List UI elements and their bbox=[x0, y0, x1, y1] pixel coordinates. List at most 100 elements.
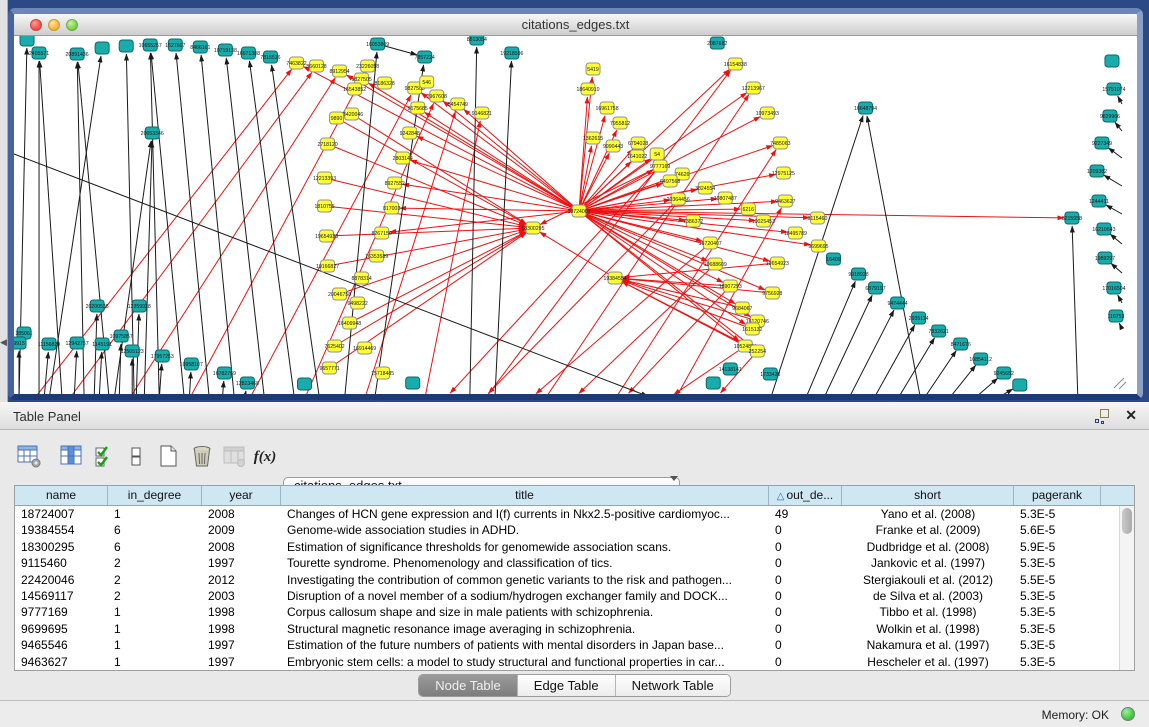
graph-node[interactable]: 16961758 bbox=[595, 102, 618, 114]
graph-node[interactable]: 9699695 bbox=[808, 240, 828, 252]
graph-node[interactable]: 10958107 bbox=[180, 358, 203, 370]
graph-edge[interactable] bbox=[924, 351, 957, 394]
graph-node[interactable]: 9115460 bbox=[808, 212, 828, 224]
graph-node[interactable]: 1244411 bbox=[1089, 195, 1109, 207]
graph-node[interactable]: 7857224 bbox=[415, 51, 435, 63]
graph-node[interactable]: 16409 bbox=[826, 253, 841, 265]
graph-node[interactable]: 7832621 bbox=[929, 325, 949, 337]
graph-node[interactable]: 9242848 bbox=[400, 127, 420, 139]
graph-edge[interactable] bbox=[1115, 122, 1122, 131]
graph-node[interactable]: 7625402 bbox=[324, 340, 344, 352]
graph-edge[interactable] bbox=[996, 389, 1013, 394]
graph-node[interactable]: 10807487 bbox=[714, 192, 737, 204]
graph-node[interactable]: 18640910 bbox=[576, 83, 599, 95]
graph-node[interactable] bbox=[706, 377, 720, 389]
graph-node[interactable]: 546 bbox=[420, 76, 434, 88]
graph-node[interactable]: 8215958 bbox=[1062, 212, 1082, 224]
network-canvas-container[interactable]: 1872400718300295193845547463822866012889… bbox=[14, 36, 1137, 394]
graph-node[interactable]: 9829966 bbox=[1100, 110, 1120, 122]
show-column-icon[interactable] bbox=[58, 444, 84, 470]
graph-node[interactable]: 9915 bbox=[14, 337, 26, 349]
delete-columns-icon[interactable] bbox=[189, 444, 215, 470]
graph-node[interactable] bbox=[1105, 55, 1119, 67]
graph-edge[interactable] bbox=[770, 116, 863, 394]
scrollbar-thumb[interactable] bbox=[1122, 508, 1132, 534]
graph-edge[interactable] bbox=[848, 310, 893, 394]
graph-node[interactable]: 9777169 bbox=[650, 160, 670, 172]
graph-edge[interactable] bbox=[176, 53, 209, 394]
tab-edge-table[interactable]: Edge Table bbox=[518, 675, 616, 696]
graph-node[interactable]: 8660128 bbox=[306, 60, 326, 72]
graph-node[interactable]: 1615132 bbox=[742, 323, 762, 335]
graph-node[interactable] bbox=[298, 378, 312, 390]
graph-node[interactable] bbox=[95, 42, 109, 54]
graph-node[interactable]: 12975125 bbox=[772, 167, 795, 179]
graph-edge[interactable] bbox=[249, 61, 294, 394]
column-header-outde[interactable]: △out_de... bbox=[769, 486, 842, 505]
graph-node[interactable]: 2935114 bbox=[909, 312, 929, 324]
graph-node[interactable]: 20200535 bbox=[86, 300, 109, 312]
graph-edge[interactable] bbox=[974, 378, 998, 394]
graph-edge[interactable] bbox=[159, 364, 161, 394]
column-header-year[interactable]: year bbox=[202, 486, 281, 505]
graph-edge[interactable] bbox=[823, 295, 872, 394]
graph-node[interactable]: 6794028 bbox=[628, 137, 648, 149]
graph-node[interactable]: 9684067 bbox=[732, 302, 752, 314]
graph-node[interactable]: 7463822 bbox=[286, 57, 306, 69]
graph-node[interactable]: 2405571 bbox=[29, 47, 49, 59]
graph-node[interactable]: 10655257 bbox=[139, 39, 162, 51]
graph-node[interactable] bbox=[20, 36, 34, 46]
graph-edge[interactable] bbox=[340, 231, 526, 294]
graph-node[interactable]: 9175685 bbox=[408, 102, 428, 114]
graph-edge[interactable] bbox=[579, 211, 770, 261]
graph-node[interactable]: 8927552 bbox=[385, 177, 405, 189]
new-column-icon[interactable] bbox=[155, 444, 181, 470]
graph-node[interactable]: 5419 bbox=[586, 63, 600, 75]
graph-node[interactable]: 2087682 bbox=[707, 37, 727, 49]
graph-edge[interactable] bbox=[874, 325, 915, 394]
column-header-short[interactable]: short bbox=[842, 486, 1014, 505]
graph-node[interactable]: 8267150 bbox=[372, 227, 392, 239]
graph-node[interactable]: 9498222 bbox=[348, 297, 368, 309]
graph-node[interactable]: 8912954 bbox=[329, 65, 349, 77]
graph-edge[interactable] bbox=[244, 391, 246, 394]
graph-edge[interactable] bbox=[189, 372, 191, 394]
resize-grip-icon[interactable] bbox=[1114, 378, 1126, 389]
graph-node[interactable]: 8878314 bbox=[352, 272, 372, 284]
graph-node[interactable]: 9227349 bbox=[1092, 137, 1112, 149]
function-builder-icon[interactable]: f(x) bbox=[248, 444, 282, 470]
graph-node[interactable]: 8813054 bbox=[467, 36, 487, 45]
graph-edge[interactable] bbox=[1108, 148, 1122, 158]
graph-edge[interactable] bbox=[1110, 234, 1122, 244]
graph-node[interactable]: 9756928 bbox=[762, 287, 782, 299]
graph-edge[interactable] bbox=[1072, 226, 1078, 394]
float-panel-icon[interactable] bbox=[1095, 409, 1109, 423]
graph-node[interactable]: 7386372 bbox=[683, 215, 703, 227]
table-row[interactable]: 946554611997Estimation of the future num… bbox=[15, 637, 1134, 653]
graph-node[interactable]: 16671388 bbox=[237, 47, 260, 59]
graph-node[interactable]: 1209382 bbox=[1087, 165, 1107, 177]
graph-node[interactable]: 7485063 bbox=[770, 137, 790, 149]
graph-edge[interactable] bbox=[1111, 263, 1122, 273]
graph-node[interactable]: 8466161 bbox=[190, 41, 210, 53]
graph-edge[interactable] bbox=[805, 281, 855, 394]
graph-edge[interactable] bbox=[328, 144, 526, 225]
graph-node[interactable]: 20891436 bbox=[66, 48, 89, 60]
graph-edge[interactable] bbox=[1118, 295, 1122, 303]
graph-edge[interactable] bbox=[129, 78, 335, 394]
graph-node[interactable]: 19654933 bbox=[315, 230, 338, 242]
graph-node[interactable] bbox=[1013, 379, 1027, 391]
graph-node[interactable]: 8471676 bbox=[951, 338, 971, 350]
graph-node[interactable]: 12942757 bbox=[66, 337, 89, 349]
graph-node[interactable]: 116753 bbox=[1107, 310, 1124, 322]
select-all-columns-icon[interactable] bbox=[92, 444, 118, 470]
graph-node[interactable]: 16154838 bbox=[724, 58, 747, 70]
graph-node[interactable]: 12213393 bbox=[313, 172, 336, 184]
graph-edge[interactable] bbox=[1119, 323, 1122, 329]
table-mode-icon[interactable] bbox=[16, 444, 42, 470]
table-row[interactable]: 946362711997Embryonic stem cells: a mode… bbox=[15, 654, 1134, 670]
column-header-indegree[interactable]: in_degree bbox=[108, 486, 202, 505]
collapse-left-arrow-icon[interactable]: ◀ bbox=[0, 338, 7, 347]
graph-node[interactable]: 1810755 bbox=[314, 200, 334, 212]
graph-node[interactable]: 20046758 bbox=[328, 288, 351, 300]
